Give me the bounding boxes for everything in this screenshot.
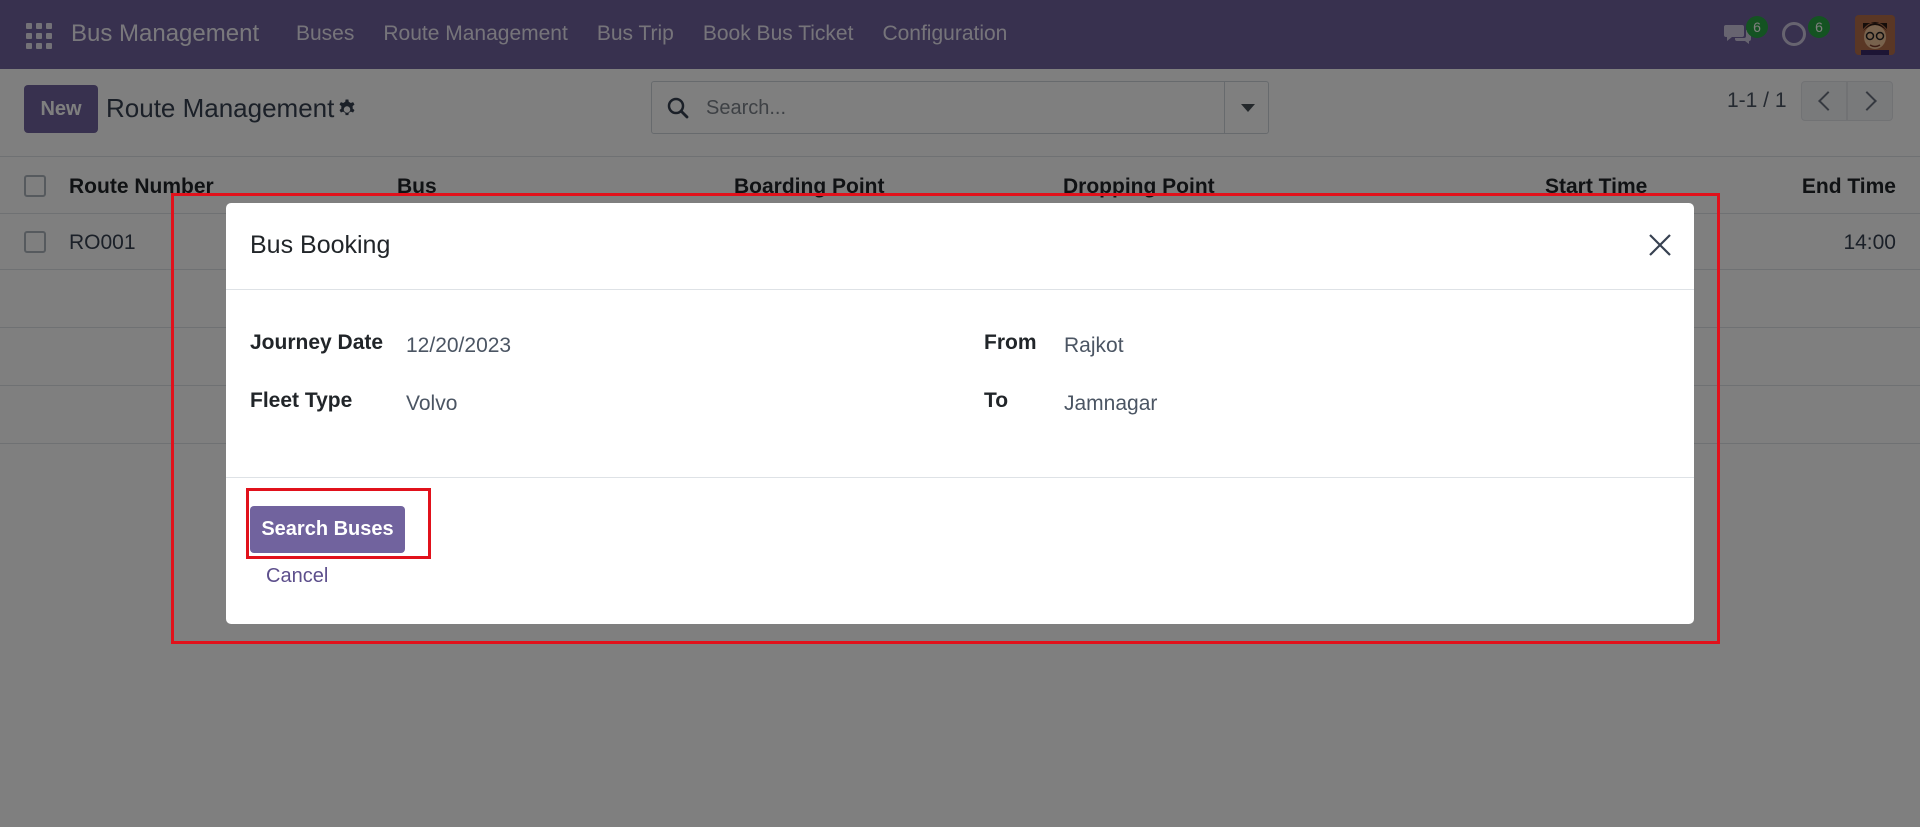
dialog-highlight-box (171, 193, 1720, 644)
search-button-highlight-box (246, 488, 431, 559)
